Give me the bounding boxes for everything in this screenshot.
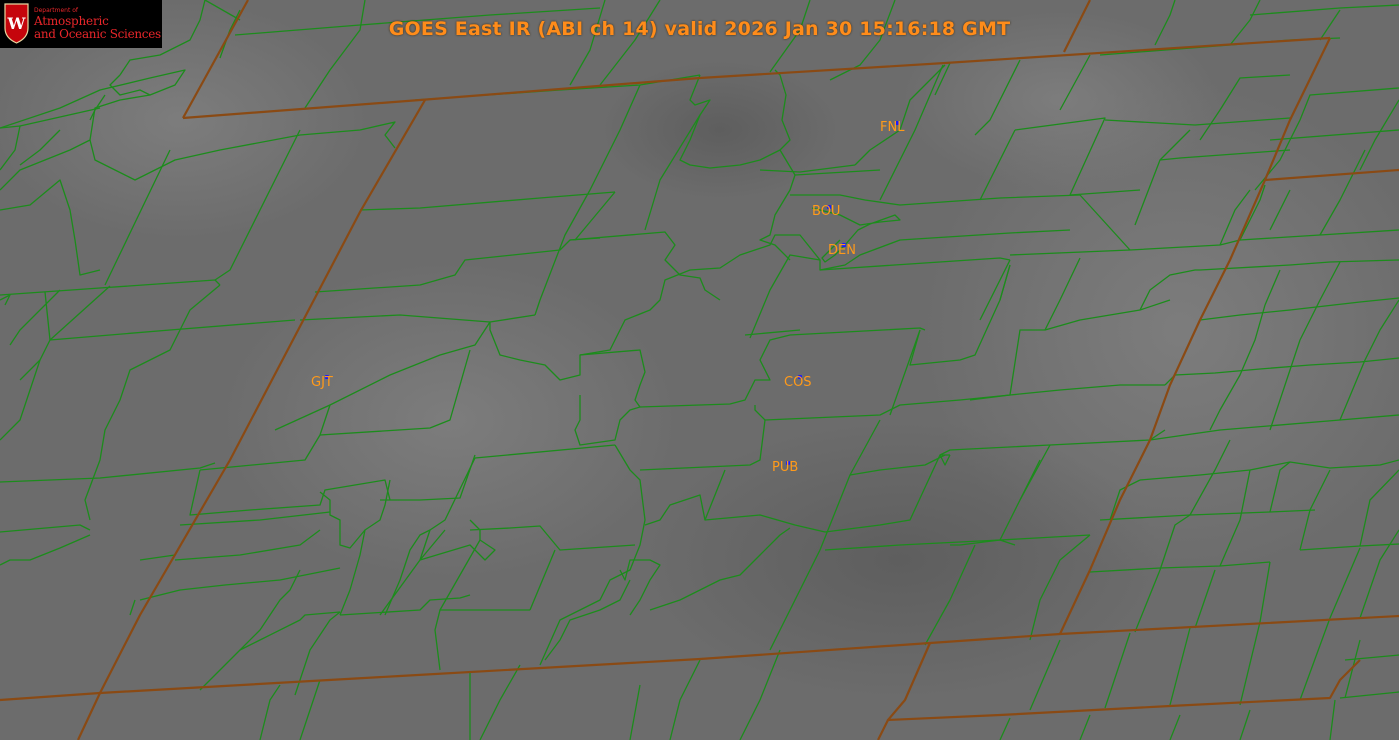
station-label-pub: PUB (772, 460, 799, 475)
station-label-den: DEN (828, 243, 856, 258)
logo-dept-text: Department of (34, 7, 78, 14)
clear-area (600, 60, 840, 200)
station-label-bou: BOU (812, 204, 841, 219)
map-title: GOES East IR (ABI ch 14) valid 2026 Jan … (388, 18, 1011, 40)
station-label-cos: COS (784, 375, 812, 390)
satellite-map (0, 0, 1399, 740)
station-label-fnl: FNL (880, 120, 905, 135)
station-label-gjt: GJT (311, 375, 333, 390)
